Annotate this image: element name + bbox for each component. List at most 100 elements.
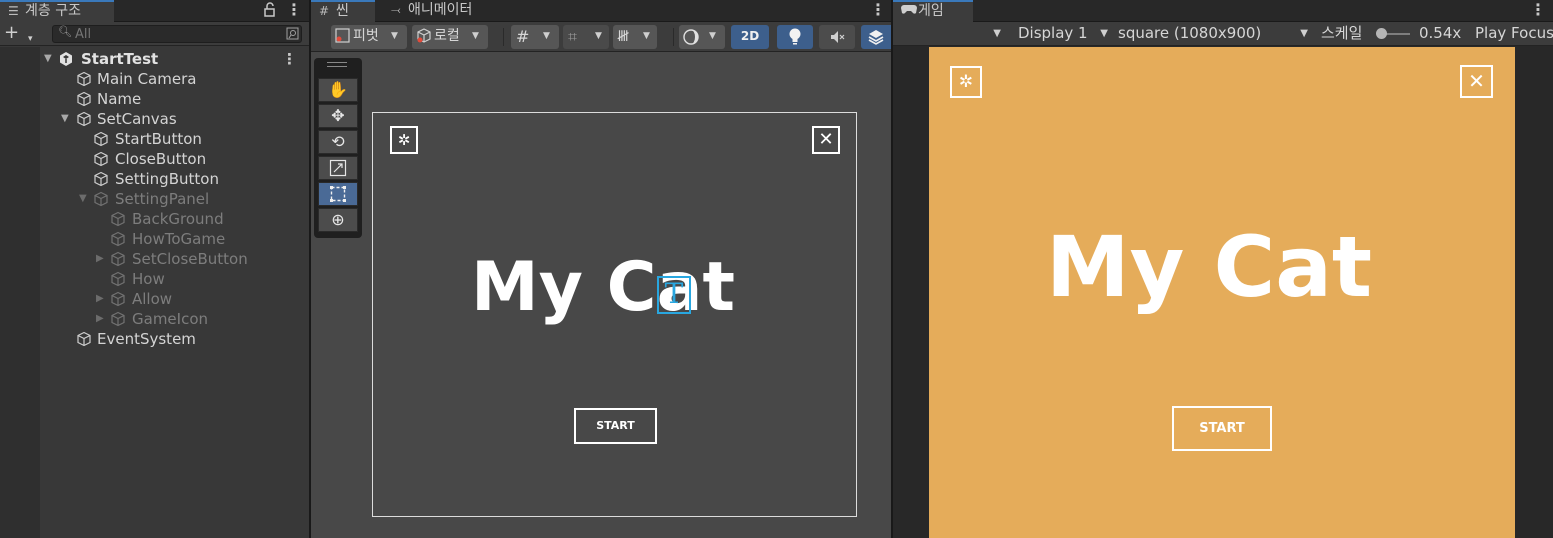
mode-2d-toggle[interactable]: 2D xyxy=(731,25,769,49)
ruler-icon: 𝍸 xyxy=(617,27,630,45)
game-view-dropdown[interactable]: ▼ xyxy=(893,22,1005,46)
hierarchy-search[interactable]: 🔍︎ xyxy=(52,25,302,43)
scene-more-icon[interactable]: ⋮ xyxy=(870,0,886,22)
expand-arrow-icon[interactable]: ▼ xyxy=(44,50,56,68)
settings-gear-icon[interactable]: ✲ xyxy=(390,126,418,154)
tree-item-settingbutton[interactable]: SettingButton xyxy=(0,170,309,190)
game-more-icon[interactable]: ⋮ xyxy=(1530,0,1546,22)
search-filter-icon[interactable] xyxy=(286,27,299,43)
chevron-down-icon: ▼ xyxy=(1300,28,1308,39)
lighting-toggle[interactable] xyxy=(777,25,813,49)
close-icon[interactable]: ✕ xyxy=(1460,65,1493,98)
hand-tool-icon[interactable]: ✋ xyxy=(318,78,358,102)
chevron-down-icon: ▼ xyxy=(543,31,550,41)
tree-item-starttest[interactable]: ▼ StartTest ⋮ xyxy=(0,50,309,70)
settings-gear-icon[interactable]: ✲ xyxy=(950,66,982,98)
tab-scene[interactable]: # 씬 xyxy=(311,0,375,22)
tree-item-name[interactable]: Name xyxy=(0,90,309,110)
tree-item-label: EventSystem xyxy=(97,330,196,348)
game-view[interactable]: ✲ ✕ My Cat START xyxy=(929,47,1515,538)
pivot-icon xyxy=(335,25,351,55)
tree-item-main-camera[interactable]: Main Camera xyxy=(0,70,309,90)
tab-animator[interactable]: ⤙ 애니메이터 xyxy=(383,0,493,22)
resolution-dropdown[interactable]: square (1080x900) ▼ xyxy=(1114,22,1310,46)
rect-tool-icon[interactable] xyxy=(318,182,358,206)
expand-arrow-icon[interactable]: ▼ xyxy=(61,110,73,128)
scene-toolbar: 피벗 ▼ 로컬 ▼ # ▼ ⌗ ▼ 𝍸 ▼ ▼ 2D xyxy=(311,22,891,52)
display-dropdown[interactable]: Display 1 ▼ xyxy=(1010,22,1110,46)
tree-item-gameicon[interactable]: ▶ GameIcon xyxy=(0,310,309,330)
search-icon: 🔍︎ xyxy=(58,25,72,38)
chevron-down-icon: ▼ xyxy=(643,31,650,41)
increment-snap-button[interactable]: ⌗ ▼ xyxy=(563,25,609,49)
grid-snap-button[interactable]: # ▼ xyxy=(511,25,559,49)
scene-tabbar: # 씬 ⤙ 애니메이터 ⋮ xyxy=(311,0,891,22)
tab-game[interactable]: 게임 xyxy=(893,0,973,22)
hierarchy-list-icon: ☰ xyxy=(8,4,19,18)
start-button[interactable]: START xyxy=(574,408,657,444)
scene-panel: # 씬 ⤙ 애니메이터 ⋮ 피벗 ▼ 로컬 ▼ # ▼ ⌗ ▼ 𝍸 ▼ ▼ 2D… xyxy=(311,0,891,538)
gameobject-cube-icon xyxy=(110,251,126,267)
expand-arrow-icon[interactable]: ▼ xyxy=(79,190,91,208)
scale-value: 0.54x xyxy=(1419,24,1462,42)
gameobject-cube-icon xyxy=(110,231,126,247)
shading-sphere-icon xyxy=(683,29,701,53)
gamepad-icon xyxy=(901,2,917,21)
rotate-tool-icon[interactable]: ⟲ xyxy=(318,130,358,154)
scale-label: 스케일 xyxy=(1321,24,1363,42)
move-tool-icon[interactable]: ✥ xyxy=(318,104,358,128)
chevron-down-icon: ▼ xyxy=(472,31,479,41)
chevron-down-icon: ▼ xyxy=(709,31,716,41)
scale-slider-knob[interactable] xyxy=(1376,28,1387,39)
audio-mute-icon xyxy=(829,31,845,51)
tree-item-settingpanel[interactable]: ▼ SettingPanel xyxy=(0,190,309,210)
ruler-button[interactable]: 𝍸 ▼ xyxy=(613,25,657,49)
toolbar-separator xyxy=(673,28,674,46)
scene-more-icon[interactable]: ⋮ xyxy=(282,50,297,68)
gameobject-cube-icon xyxy=(110,291,126,307)
tree-item-allow[interactable]: ▶ Allow xyxy=(0,290,309,310)
play-focus-dropdown[interactable]: Play Focus xyxy=(1475,22,1553,46)
tree-item-background[interactable]: BackGround xyxy=(0,210,309,230)
scene-viewport[interactable]: ✋ ✥ ⟲ ⊕ ✲ ✕ My Cat T START xyxy=(311,52,891,538)
tree-item-eventsystem[interactable]: EventSystem xyxy=(0,330,309,350)
effects-toggle[interactable] xyxy=(861,25,891,49)
tab-hierarchy[interactable]: ☰ 계층 구조 xyxy=(0,0,114,22)
hierarchy-more-icon[interactable]: ⋮ xyxy=(286,0,302,22)
pivot-dropdown[interactable]: 피벗 ▼ xyxy=(331,25,407,49)
tree-item-label: SettingPanel xyxy=(115,190,210,208)
collapse-arrow-icon[interactable]: ▶ xyxy=(96,250,108,268)
hierarchy-search-input[interactable] xyxy=(75,26,275,42)
tree-item-label: StartTest xyxy=(81,50,159,68)
tree-item-label: GameIcon xyxy=(132,310,209,328)
tree-item-how[interactable]: How xyxy=(0,270,309,290)
gameobject-cube-icon xyxy=(110,271,126,287)
audio-toggle[interactable] xyxy=(819,25,855,49)
text-gizmo-icon[interactable]: T xyxy=(657,276,691,314)
lock-icon[interactable] xyxy=(263,2,277,18)
scale-tool-icon[interactable] xyxy=(318,156,358,180)
gameobject-cube-icon xyxy=(76,71,92,87)
tree-item-setclosebutton[interactable]: ▶ SetCloseButton xyxy=(0,250,309,270)
add-object-button[interactable]: + ▾ xyxy=(4,22,42,45)
tree-item-closebutton[interactable]: CloseButton xyxy=(0,150,309,170)
title-text: My Cat xyxy=(1046,218,1373,316)
grid-snap-icon: # xyxy=(516,27,530,46)
collapse-arrow-icon[interactable]: ▶ xyxy=(96,310,108,328)
transform-tool-icon[interactable]: ⊕ xyxy=(318,208,358,232)
start-button[interactable]: START xyxy=(1172,406,1272,451)
tree-item-startbutton[interactable]: StartButton xyxy=(0,130,309,150)
hierarchy-toolbar: + ▾ 🔍︎ xyxy=(0,22,309,46)
collapse-arrow-icon[interactable]: ▶ xyxy=(96,290,108,308)
gameobject-cube-icon xyxy=(93,191,109,207)
tree-item-howtogame[interactable]: HowToGame xyxy=(0,230,309,250)
tree-item-setcanvas[interactable]: ▼ SetCanvas xyxy=(0,110,309,130)
close-icon[interactable]: ✕ xyxy=(812,126,840,154)
gameobject-cube-icon xyxy=(93,131,109,147)
local-dropdown[interactable]: 로컬 ▼ xyxy=(412,25,488,49)
tree-item-label: StartButton xyxy=(115,130,202,148)
plus-icon: + xyxy=(4,22,20,43)
drag-grip-icon[interactable] xyxy=(327,62,347,67)
shading-mode-dropdown[interactable]: ▼ xyxy=(679,25,725,49)
scale-slider[interactable] xyxy=(1376,28,1410,39)
